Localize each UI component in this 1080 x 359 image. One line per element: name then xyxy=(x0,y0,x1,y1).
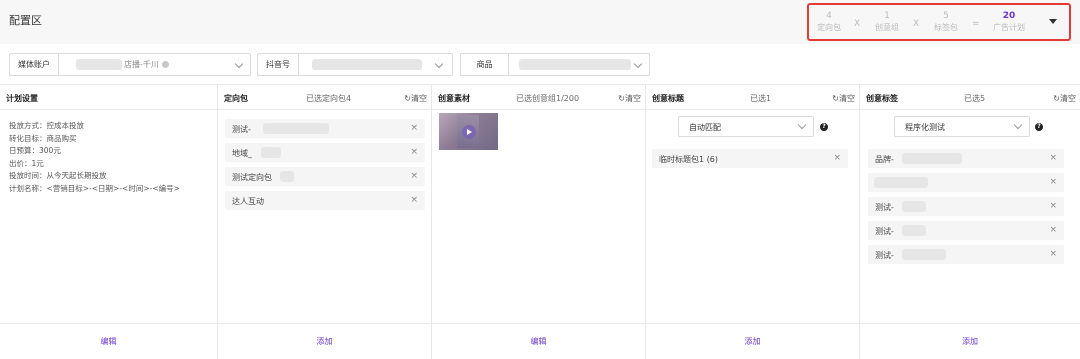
product-label: 商品 xyxy=(461,54,509,75)
column-header: 创意标题 已选1 ↻清空 xyxy=(646,85,859,110)
clear-tag-button[interactable]: ↻清空 xyxy=(1053,93,1076,104)
plan-settings-details: 投放方式：控成本投放 转化目标：商品购买 日预算：300元 出价：1元 投放时间… xyxy=(9,121,180,193)
media-account-select[interactable]: 媒体账户 店播-千川 xyxy=(9,53,251,76)
creative-material-title: 创意素材 xyxy=(438,94,470,103)
remove-icon[interactable]: × xyxy=(410,147,418,157)
column-header: 创意素材 已选创意组1/200 ↻清空 xyxy=(432,85,645,110)
column-header: 创意标签 已选5 ↻清空 xyxy=(860,85,1080,110)
redacted-value xyxy=(280,171,294,182)
edit-material-button[interactable]: 编辑 xyxy=(432,323,645,359)
targeting-tag: 测试- × xyxy=(225,119,425,138)
plan-settings-column: 计划设置 投放方式：控成本投放 转化目标：商品购买 日预算：300元 出价：1元… xyxy=(0,85,218,359)
play-icon[interactable] xyxy=(462,125,476,139)
redacted-value xyxy=(312,59,422,70)
creative-tag-title: 创意标签 xyxy=(866,94,898,103)
redacted-value xyxy=(902,201,926,212)
status-dot-icon xyxy=(161,61,169,68)
remove-icon[interactable]: × xyxy=(1049,225,1057,235)
chevron-down-icon xyxy=(434,59,444,69)
redacted-value xyxy=(902,153,962,164)
tag-item: 测试- × xyxy=(868,197,1064,216)
creative-title-column: 创意标题 已选1 ↻清空 自动匹配 ? 临时标题包1 (6) × 添加 xyxy=(646,85,860,359)
plan-count-summary[interactable]: 4 定向包 X 1 创意组 X 5 标签包 = 20 广告计划 xyxy=(807,3,1071,41)
remove-icon[interactable]: × xyxy=(410,195,418,205)
media-account-label: 媒体账户 xyxy=(10,54,59,75)
summary-ad-plan: 20 广告计划 xyxy=(993,11,1025,32)
refresh-icon: ↻ xyxy=(618,94,625,103)
creative-material-count: 已选创意组1/200 xyxy=(516,94,580,103)
column-header: 计划设置 xyxy=(0,85,217,110)
filter-bar: 媒体账户 店播-千川 抖音号 商品 xyxy=(0,44,1080,84)
chevron-down-icon xyxy=(797,120,807,130)
help-icon[interactable]: ? xyxy=(820,123,828,131)
creative-title-count: 已选1 xyxy=(750,94,772,103)
targeting-column: 定向包 已选定向包4 ↻清空 测试- × 地域_ × 测试定向包 × 达人互动 … xyxy=(218,85,432,359)
summary-tag-pack: 5 标签包 xyxy=(934,11,958,32)
targeting-tag: 达人互动 × xyxy=(225,191,425,210)
clear-targeting-button[interactable]: ↻清空 xyxy=(404,93,427,104)
tag-item: 品牌- × xyxy=(868,149,1064,168)
remove-icon[interactable]: × xyxy=(1049,177,1057,187)
remove-icon[interactable]: × xyxy=(833,153,841,163)
config-grid: 计划设置 投放方式：控成本投放 转化目标：商品购买 日预算：300元 出价：1元… xyxy=(0,84,1080,359)
targeting-count: 已选定向包4 xyxy=(306,94,352,103)
remove-icon[interactable]: × xyxy=(410,123,418,133)
add-targeting-button[interactable]: 添加 xyxy=(218,323,431,359)
redacted-value xyxy=(519,59,631,70)
summary-creative-group: 1 创意组 xyxy=(875,11,899,32)
creative-material-column: 创意素材 已选创意组1/200 ↻清空 编辑 xyxy=(432,85,646,359)
douyin-account-label: 抖音号 xyxy=(258,54,299,75)
remove-icon[interactable]: × xyxy=(1049,201,1057,211)
clear-title-button[interactable]: ↻清空 xyxy=(832,93,855,104)
tag-item: × xyxy=(868,173,1064,192)
equals-sign: = xyxy=(972,19,980,29)
redacted-value xyxy=(263,123,329,134)
redacted-value xyxy=(76,59,122,70)
add-title-button[interactable]: 添加 xyxy=(646,323,859,359)
video-thumbnail[interactable] xyxy=(439,113,498,150)
refresh-icon: ↻ xyxy=(1053,94,1060,103)
title-mode-select[interactable]: 自动匹配 xyxy=(678,116,814,137)
remove-icon[interactable]: × xyxy=(410,171,418,181)
caret-down-icon[interactable] xyxy=(1049,19,1057,24)
creative-tag-column: 创意标签 已选5 ↻清空 程序化测试 ? 品牌- × × 测试- × 测试- × xyxy=(860,85,1080,359)
targeting-title: 定向包 xyxy=(224,94,248,103)
douyin-account-select[interactable]: 抖音号 xyxy=(257,53,453,76)
chevron-down-icon xyxy=(234,59,244,69)
media-account-value: 店播-千川 xyxy=(124,54,169,75)
config-header: 配置区 4 定向包 X 1 创意组 X 5 标签包 = 20 广告计划 xyxy=(0,0,1080,44)
plan-settings-title: 计划设置 xyxy=(6,94,38,103)
redacted-value xyxy=(902,249,946,260)
tag-item: 测试- × xyxy=(868,221,1064,240)
multiply-sign: X xyxy=(913,19,920,29)
creative-title-title: 创意标题 xyxy=(652,94,684,103)
tag-item: 测试- × xyxy=(868,245,1064,264)
refresh-icon: ↻ xyxy=(832,94,839,103)
targeting-tag: 地域_ × xyxy=(225,143,425,162)
tag-mode-select[interactable]: 程序化测试 xyxy=(894,116,1030,137)
remove-icon[interactable]: × xyxy=(1049,153,1057,163)
multiply-sign: X xyxy=(854,19,861,29)
edit-plan-button[interactable]: 编辑 xyxy=(0,323,217,359)
page-title: 配置区 xyxy=(9,14,42,27)
redacted-value xyxy=(874,177,928,188)
column-header: 定向包 已选定向包4 ↻清空 xyxy=(218,85,431,110)
summary-targeting: 4 定向包 xyxy=(817,11,841,32)
title-tag: 临时标题包1 (6) × xyxy=(652,149,848,168)
creative-tag-count: 已选5 xyxy=(964,94,986,103)
targeting-tag: 测试定向包 × xyxy=(225,167,425,186)
remove-icon[interactable]: × xyxy=(1049,249,1057,259)
redacted-value xyxy=(261,147,281,158)
clear-material-button[interactable]: ↻清空 xyxy=(618,93,641,104)
help-icon[interactable]: ? xyxy=(1035,123,1043,131)
refresh-icon: ↻ xyxy=(404,94,411,103)
add-tag-button[interactable]: 添加 xyxy=(860,323,1080,359)
product-select[interactable]: 商品 xyxy=(460,53,650,76)
chevron-down-icon xyxy=(633,59,643,69)
redacted-value xyxy=(902,225,926,236)
chevron-down-icon xyxy=(1013,120,1023,130)
